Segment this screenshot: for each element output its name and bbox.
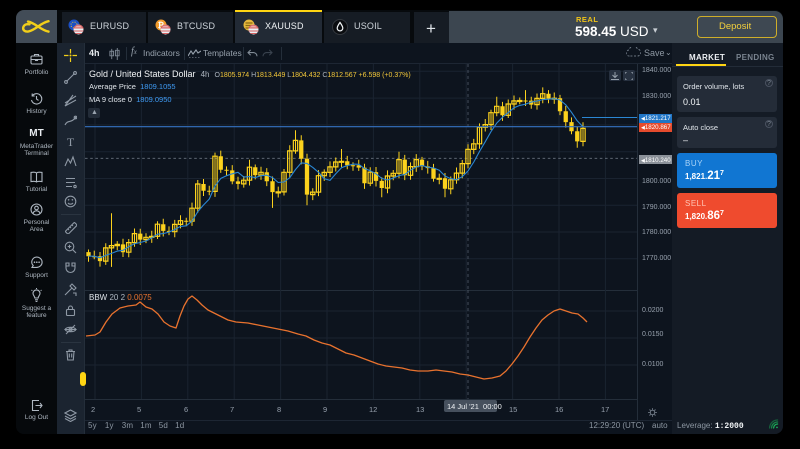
svg-text:T: T <box>67 135 75 148</box>
